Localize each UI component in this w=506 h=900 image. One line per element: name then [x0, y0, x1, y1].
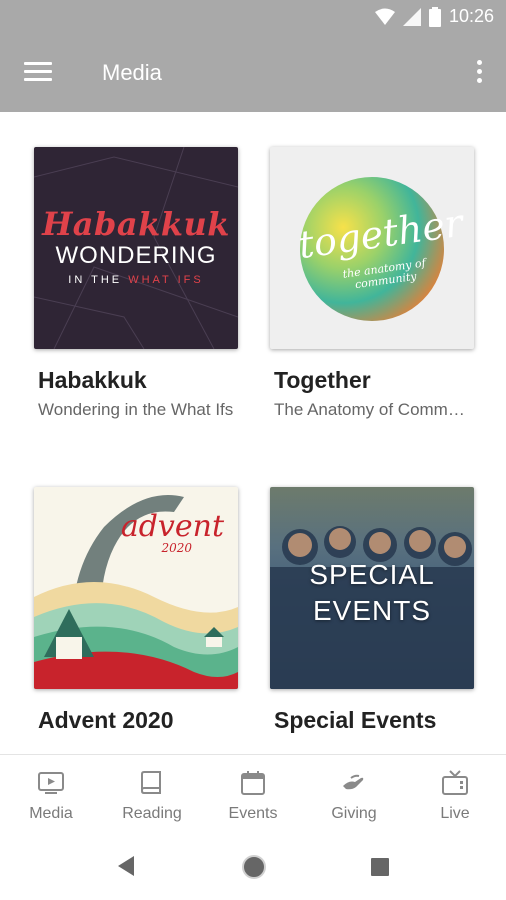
habakkuk-tagline-prefix: IN THE	[68, 274, 123, 286]
status-icons: 10:26	[374, 6, 494, 27]
card-title: Together	[274, 367, 371, 393]
status-bar: 10:26	[0, 0, 506, 36]
nav-item-live[interactable]: Live	[405, 755, 505, 835]
nav-item-giving[interactable]: Giving	[304, 755, 404, 835]
media-card-habakkuk[interactable]: Habakkuk WONDERING IN THE WHAT IFS Habak…	[34, 147, 238, 420]
card-title: Advent 2020	[38, 707, 174, 733]
nav-label: Events	[228, 805, 278, 822]
bottom-navigation: Media Reading Events Giving Live	[0, 754, 506, 834]
system-navigation-bar	[0, 834, 506, 900]
home-icon[interactable]	[241, 854, 267, 880]
nav-label: Live	[440, 805, 470, 822]
nav-label: Media	[29, 805, 73, 822]
card-title: Habakkuk	[38, 367, 147, 393]
card-subtitle: The Anatomy of Community	[274, 400, 474, 419]
back-icon[interactable]	[118, 856, 136, 876]
nav-item-media[interactable]: Media	[1, 755, 101, 835]
special-events-line1: SPECIAL	[309, 559, 435, 590]
media-card-together[interactable]: together the anatomy of community Togeth…	[270, 147, 474, 420]
together-artwork: together the anatomy of community	[270, 147, 474, 349]
nav-label: Reading	[122, 805, 182, 822]
recents-icon[interactable]	[371, 858, 389, 876]
advent-year: 2020	[161, 541, 192, 555]
battery-icon	[428, 6, 441, 27]
card-subtitle: Wondering in the What Ifs	[38, 400, 234, 419]
media-card-advent[interactable]: advent 2020 Advent 2020	[34, 487, 238, 734]
advent-script-title: advent	[120, 509, 224, 544]
signal-icon	[402, 7, 421, 26]
hamburger-menu-icon[interactable]	[24, 62, 52, 86]
wifi-icon	[374, 8, 395, 25]
habakkuk-tagline: IN THE WHAT IFS	[34, 274, 238, 286]
calendar-icon	[241, 771, 265, 795]
page-title: Media	[102, 60, 162, 85]
book-icon	[141, 771, 161, 794]
live-tv-icon	[442, 770, 468, 795]
more-vert-icon[interactable]	[474, 60, 484, 88]
nav-label: Giving	[331, 805, 377, 822]
card-title: Special Events	[274, 707, 437, 733]
nav-item-reading[interactable]: Reading	[102, 755, 202, 835]
app-bar: Media	[0, 36, 506, 112]
habakkuk-tagline-highlight: WHAT IFS	[128, 274, 204, 286]
habakkuk-artwork: Habakkuk WONDERING IN THE WHAT IFS	[34, 147, 238, 349]
special-events-overlay-text: SPECIAL EVENTS	[270, 557, 474, 629]
media-grid: Habakkuk WONDERING IN THE WHAT IFS Habak…	[0, 112, 506, 754]
status-time: 10:26	[448, 6, 494, 26]
advent-artwork: advent 2020	[34, 487, 238, 689]
habakkuk-headline: WONDERING	[55, 242, 217, 269]
special-events-photo: SPECIAL EVENTS	[270, 487, 474, 689]
media-card-special-events[interactable]: SPECIAL EVENTS Special Events	[270, 487, 474, 734]
special-events-line2: EVENTS	[312, 595, 432, 626]
giving-hand-icon	[343, 774, 364, 790]
media-tv-icon	[38, 772, 64, 794]
nav-item-events[interactable]: Events	[203, 755, 303, 835]
habakkuk-script-title: Habakkuk	[42, 205, 230, 243]
